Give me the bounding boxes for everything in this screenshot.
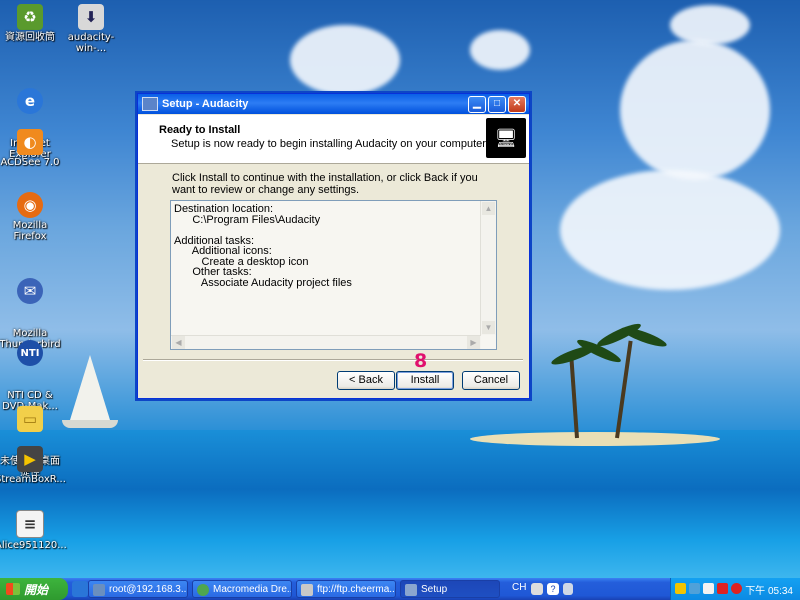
- taskbar-item-dreamweaver[interactable]: Macromedia Dre...: [192, 580, 292, 598]
- dialog-title: Setup - Audacity: [162, 98, 249, 110]
- scroll-down-arrow-icon[interactable]: ▼: [482, 321, 495, 334]
- step-marker: 8: [414, 350, 428, 372]
- close-button[interactable]: ✕: [508, 95, 526, 113]
- windows-flag-icon: [6, 583, 20, 595]
- thunderbird-icon: ✉: [17, 278, 43, 304]
- wizard-page-subtitle: Setup is now ready to begin installing A…: [171, 138, 489, 150]
- ftp-icon: [301, 584, 313, 596]
- setup-icon: [405, 584, 417, 596]
- back-button[interactable]: < Back: [337, 371, 395, 390]
- nti-disc-icon: NTI: [17, 340, 43, 366]
- terminal-icon: [93, 584, 105, 596]
- streambox-icon: ▶: [17, 446, 43, 472]
- cancel-button[interactable]: Cancel: [462, 371, 520, 390]
- horizontal-scrollbar[interactable]: ◀ ▶: [171, 335, 481, 349]
- recycle-bin-icon: ♻: [17, 4, 43, 30]
- sky-cloud: [470, 30, 530, 70]
- sky-cloud: [290, 25, 400, 95]
- firefox-icon: ◉: [17, 192, 43, 218]
- taskbar-item-setup[interactable]: Setup: [400, 580, 500, 598]
- sky-cloud: [670, 5, 750, 45]
- dialog-titlebar[interactable]: Setup - Audacity ▁ □ ✕: [138, 94, 529, 114]
- setup-dialog: Setup - Audacity ▁ □ ✕ Ready to Install …: [137, 93, 530, 399]
- taskbar-item-ftp[interactable]: ftp://ftp.cheerma...: [296, 580, 396, 598]
- desktop-icon-acdsee[interactable]: ◐ ACDSee 7.0: [0, 129, 65, 168]
- acdsee-icon: ◐: [17, 129, 43, 155]
- language-indicator[interactable]: CH: [512, 582, 526, 593]
- installer-icon: ⬇: [78, 4, 104, 30]
- minimize-button[interactable]: ▁: [468, 95, 486, 113]
- language-bar-icon[interactable]: [563, 583, 573, 595]
- sky-cloud: [560, 170, 780, 290]
- antivirus-icon[interactable]: [731, 583, 742, 594]
- sea: [0, 430, 800, 578]
- folder-icon: ▭: [17, 406, 43, 432]
- document-icon: ≡: [16, 510, 44, 538]
- scroll-right-arrow-icon[interactable]: ▶: [467, 336, 480, 349]
- volume-icon[interactable]: [703, 583, 714, 594]
- scroll-left-arrow-icon[interactable]: ◀: [172, 336, 185, 349]
- dreamweaver-icon: [197, 584, 209, 596]
- desktop-icon-firefox[interactable]: ◉ Mozilla Firefox: [0, 192, 65, 242]
- keyboard-icon[interactable]: [531, 583, 543, 595]
- install-summary-memo[interactable]: Destination location: C:\Program Files\A…: [170, 200, 497, 350]
- desktop-icon-streambox[interactable]: ▶ StreamBoxR...: [0, 446, 66, 485]
- wizard-page-title: Ready to Install: [159, 124, 241, 136]
- system-tray: 下午 05:34: [670, 578, 800, 600]
- install-button[interactable]: Install: [396, 371, 454, 390]
- internet-explorer-icon: e: [17, 88, 43, 114]
- start-button[interactable]: 開始: [0, 578, 68, 600]
- clock: 下午 05:34: [745, 586, 793, 597]
- install-summary-text: Destination location: C:\Program Files\A…: [174, 203, 352, 289]
- sky-cloud: [620, 40, 770, 180]
- security-shield-icon[interactable]: [675, 583, 686, 594]
- sailboat-hull: [62, 420, 118, 428]
- maximize-button[interactable]: □: [488, 95, 506, 113]
- setup-window-icon: [142, 97, 158, 111]
- wizard-header: Ready to Install Setup is now ready to b…: [138, 115, 529, 164]
- quicklaunch-ie-icon[interactable]: [72, 581, 88, 597]
- install-instructions: Click Install to continue with the insta…: [172, 172, 478, 196]
- sailboat: [70, 355, 110, 420]
- taskbar-item-ssh[interactable]: root@192.168.3...: [88, 580, 188, 598]
- vertical-scrollbar[interactable]: ▲ ▼: [480, 201, 496, 335]
- taskbar: 開始 root@192.168.3... Macromedia Dre... f…: [0, 578, 800, 600]
- help-icon[interactable]: ?: [547, 583, 559, 595]
- desktop-icon-audacity-installer[interactable]: ⬇ audacity-win-...: [56, 4, 126, 54]
- island: [470, 432, 720, 446]
- acrobat-icon[interactable]: [717, 583, 728, 594]
- button-separator: [143, 359, 523, 361]
- desktop-icon-alice-file[interactable]: ≡ Alice951120...: [0, 510, 67, 551]
- palm-trunk: [569, 360, 579, 439]
- computer-install-icon: 🖥: [486, 118, 526, 158]
- scroll-up-arrow-icon[interactable]: ▲: [482, 202, 495, 215]
- network-icon[interactable]: [689, 583, 700, 594]
